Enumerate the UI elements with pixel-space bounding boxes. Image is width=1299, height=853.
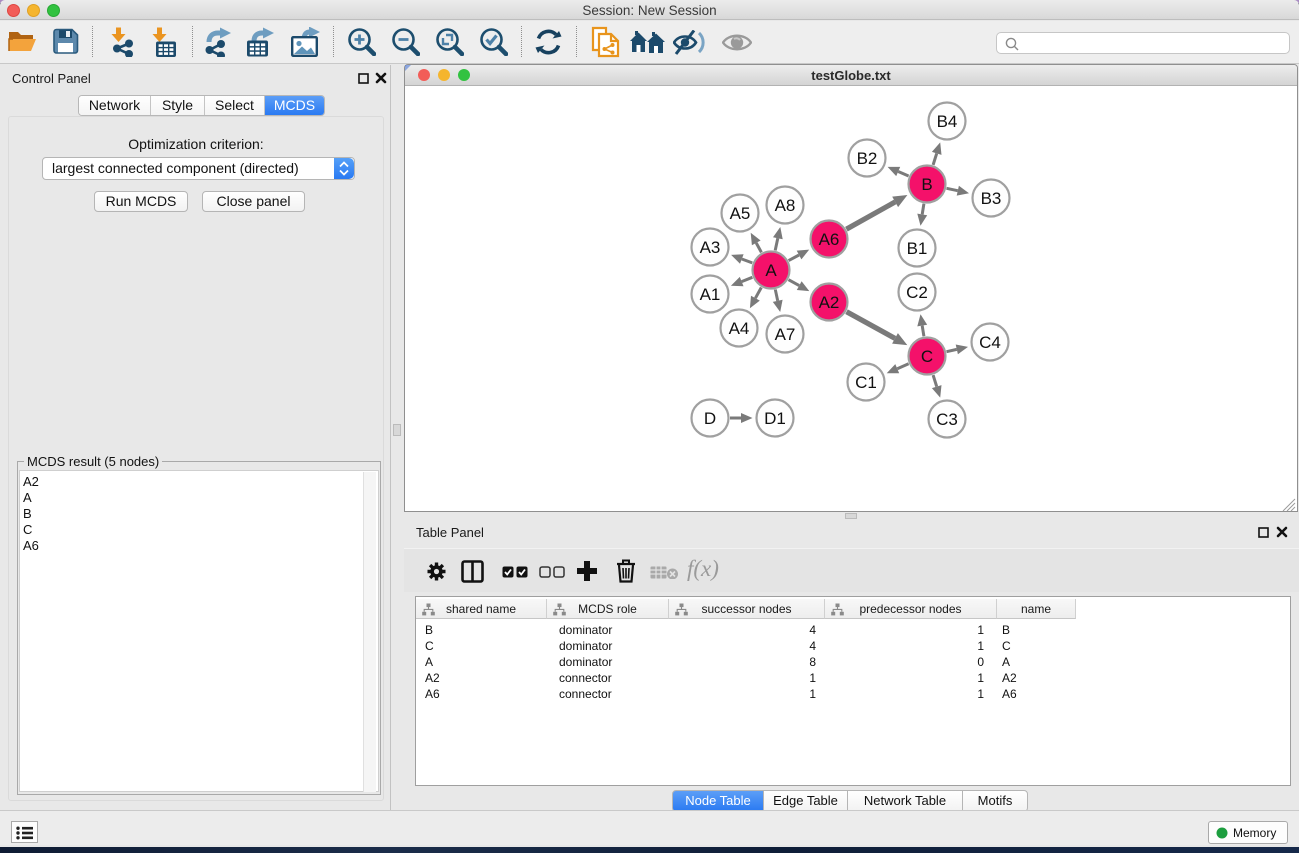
- svg-text:C4: C4: [979, 333, 1001, 352]
- svg-text:B: B: [921, 175, 932, 194]
- svg-text:A2: A2: [819, 293, 840, 312]
- svg-text:C1: C1: [855, 373, 877, 392]
- svg-text:A3: A3: [700, 238, 721, 257]
- svg-text:C3: C3: [936, 410, 958, 429]
- svg-text:B3: B3: [981, 189, 1002, 208]
- svg-text:C2: C2: [906, 283, 928, 302]
- svg-text:A8: A8: [775, 196, 796, 215]
- svg-text:A4: A4: [729, 319, 750, 338]
- svg-text:A5: A5: [730, 204, 751, 223]
- svg-text:B1: B1: [907, 239, 928, 258]
- svg-text:C: C: [921, 347, 933, 366]
- svg-text:B4: B4: [937, 112, 958, 131]
- svg-text:B2: B2: [857, 149, 878, 168]
- svg-text:A6: A6: [819, 230, 840, 249]
- svg-text:A: A: [765, 261, 777, 280]
- svg-text:D: D: [704, 409, 716, 428]
- svg-text:A1: A1: [700, 285, 721, 304]
- svg-text:A7: A7: [775, 325, 796, 344]
- svg-text:D1: D1: [764, 409, 786, 428]
